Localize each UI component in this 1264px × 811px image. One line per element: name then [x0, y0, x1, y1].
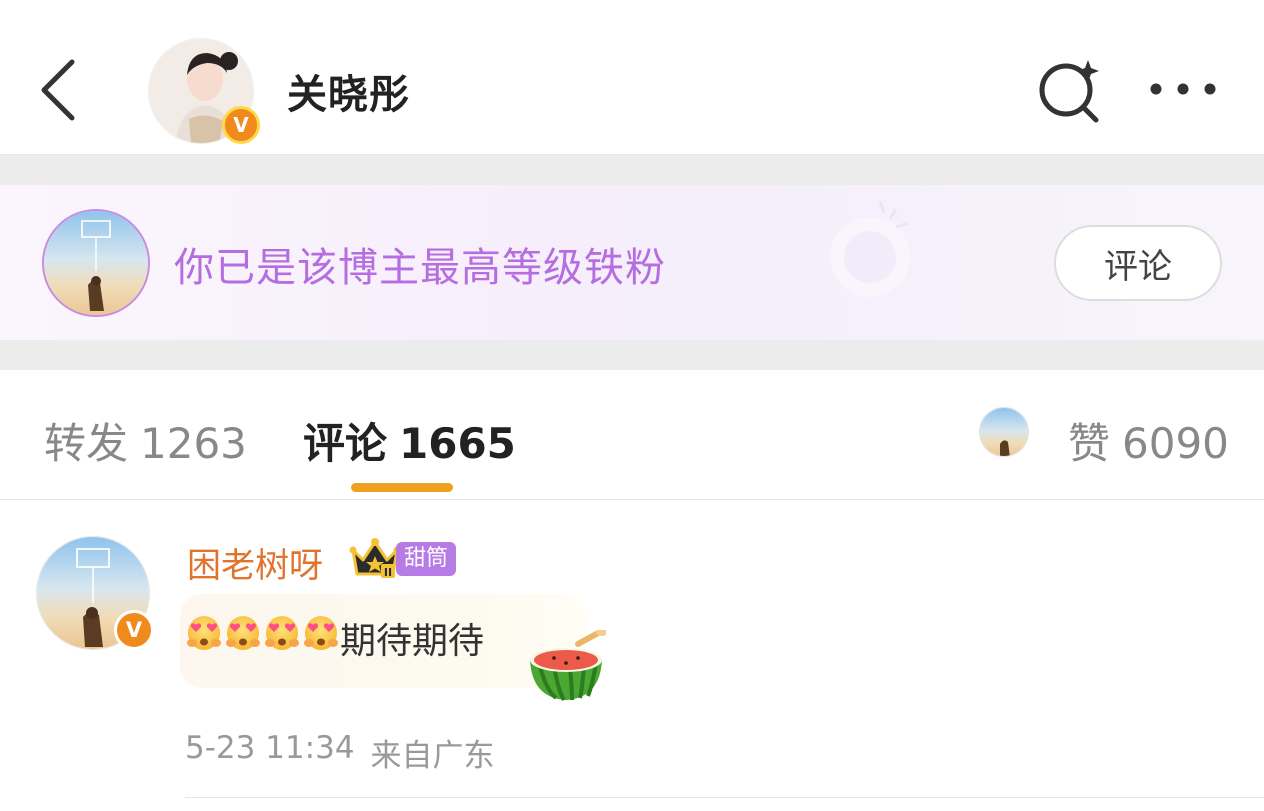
back-chevron-icon	[41, 59, 75, 121]
fan-status-text: 你已是该博主最高等级铁粉	[174, 245, 666, 291]
tab-repost[interactable]: 转发 1263	[44, 410, 247, 471]
tab-likes[interactable]: 赞 6090	[1068, 410, 1229, 471]
liker-avatar[interactable]	[979, 407, 1029, 457]
crown-level-label: II	[384, 566, 392, 579]
more-dots-icon	[1150, 83, 1216, 95]
heart-eyes-emoji-icon	[304, 616, 338, 650]
comment-location: 来自广东	[370, 738, 495, 774]
comment-time: 5-23 11:34	[185, 730, 355, 766]
verified-badge-icon: V	[114, 610, 154, 650]
my-avatar[interactable]	[42, 209, 150, 317]
comment-text: 期待期待	[340, 621, 485, 662]
fan-status-banner: 你已是该博主最高等级铁粉 评论	[0, 185, 1264, 340]
blogger-avatar[interactable]: V	[148, 38, 260, 144]
search-sparkle-icon	[1039, 60, 1099, 123]
comment-divider	[185, 797, 1264, 798]
tab-repost-label: 转发	[44, 419, 129, 468]
section-separator	[0, 155, 1264, 185]
tab-likes-count: 6090	[1122, 419, 1229, 468]
verified-badge-icon: V	[222, 106, 260, 144]
tab-comments[interactable]: 评论 1665	[303, 410, 516, 471]
search-button[interactable]	[1034, 56, 1104, 126]
commenter-username[interactable]: 困老树呀	[187, 538, 323, 587]
top-bar: V 关晓彤	[0, 0, 1264, 155]
interaction-tabs: 转发 1263 评论 1665 赞 6090	[0, 370, 1264, 500]
decorative-halo-icon	[830, 200, 910, 297]
tab-comments-count: 1665	[399, 419, 516, 468]
active-tab-indicator	[351, 483, 453, 492]
tab-repost-count: 1263	[140, 419, 247, 468]
blogger-name[interactable]: 关晓彤	[287, 62, 410, 120]
commenter-avatar[interactable]: V	[36, 536, 154, 650]
tab-comments-label: 评论	[303, 419, 388, 468]
comment-meta: 5-23 11:34 来自广东	[185, 730, 495, 775]
heart-eyes-emoji-icon	[265, 616, 299, 650]
watermelon-sticker-icon	[530, 630, 606, 702]
back-button[interactable]	[30, 50, 90, 130]
heart-eyes-emoji-icon	[187, 616, 221, 650]
emoji-group	[186, 613, 339, 651]
fan-group-tag: 甜筒	[396, 542, 457, 576]
more-options-button[interactable]	[1144, 66, 1222, 112]
crown-level-icon: II	[349, 536, 401, 580]
tab-likes-label: 赞	[1068, 419, 1111, 468]
heart-eyes-emoji-icon	[226, 616, 260, 650]
section-separator	[0, 340, 1264, 370]
comment-item: V 困老树呀 II 甜筒 期待期待 5-23 11:34 来自广东	[0, 500, 1264, 811]
comment-button[interactable]: 评论	[1054, 225, 1222, 301]
